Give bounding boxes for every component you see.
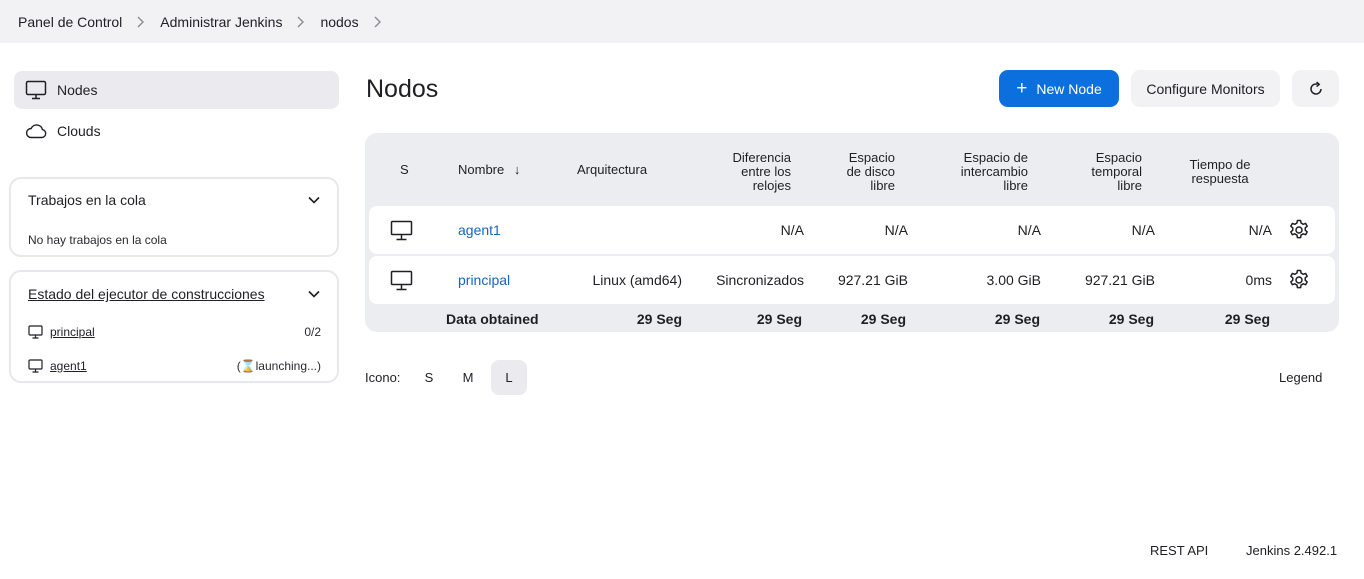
legend-link[interactable]: Legend (1279, 359, 1322, 395)
column-header-architecture[interactable]: Arquitectura (577, 163, 647, 177)
chevron-down-icon[interactable] (307, 193, 321, 207)
new-node-button[interactable]: + New Node (999, 70, 1119, 107)
cell-response-time: 0ms (1245, 272, 1272, 288)
cell-free-swap: N/A (1017, 222, 1041, 238)
executor-status-launching: (⌛launching...) (236, 359, 321, 373)
refresh-icon (1309, 80, 1322, 95)
breadcrumb-item-manage-jenkins[interactable]: Administrar Jenkins (160, 14, 282, 30)
header-line: entre los (741, 164, 791, 179)
column-header-free-disk[interactable]: Espacio de disco libre (847, 151, 895, 193)
header-line: respuesta (1191, 171, 1249, 186)
header-line: Espacio de (963, 150, 1028, 165)
gear-icon[interactable] (1288, 206, 1310, 254)
executor-row: agent1 (⌛launching...) (28, 357, 321, 375)
cell-free-disk: 927.21 GiB (837, 272, 908, 288)
header-line: libre (1117, 178, 1142, 193)
build-queue-empty-text: No hay trabajos en la cola (28, 233, 167, 247)
cell-clock-difference: Sincronizados (716, 272, 804, 288)
executor-status-card: Estado del ejecutor de construcciones pr… (9, 270, 339, 383)
cell-clock-difference: N/A (780, 222, 804, 238)
refresh-button[interactable] (1292, 70, 1339, 107)
executor-count: 0/2 (304, 325, 321, 339)
cell-free-swap: 3.00 GiB (986, 272, 1041, 288)
data-obtained-swap: 29 Seg (994, 311, 1040, 327)
data-obtained-clock: 29 Seg (756, 311, 802, 327)
node-link-principal[interactable]: principal (458, 256, 510, 304)
header-line: Espacio (848, 150, 895, 165)
cell-free-disk: N/A (884, 222, 908, 238)
column-header-name-label: Nombre (458, 162, 505, 177)
icon-size-m-button[interactable]: M (450, 360, 486, 395)
cell-clock (1073, 206, 1173, 254)
sidebar-item-clouds[interactable]: Clouds (14, 112, 339, 150)
header-line: Tiempo de (1189, 157, 1251, 172)
new-node-label: New Node (1036, 80, 1102, 97)
header-line: Espacio (1095, 150, 1142, 165)
cloud-icon (25, 120, 47, 142)
node-link-agent1[interactable]: agent1 (458, 206, 501, 254)
nodes-table: S Nombre ↓ Arquitectura Diferencia entre… (365, 133, 1339, 332)
computer-icon (28, 359, 43, 373)
cell-free-temp: 927.21 GiB (1084, 272, 1155, 288)
executor-status-title[interactable]: Estado del ejecutor de construcciones (28, 286, 265, 302)
breadcrumb: Panel de Control Administrar Jenkins nod… (0, 0, 1364, 43)
page-title: Nodos (366, 75, 439, 103)
header-line: intercambio (960, 164, 1028, 179)
breadcrumb-item-nodes[interactable]: nodos (320, 14, 358, 30)
executor-node-link[interactable]: principal (50, 325, 95, 339)
data-obtained-label: Data obtained (446, 311, 539, 327)
sidebar-item-nodes[interactable]: Nodes (14, 71, 339, 109)
table-row: principal Linux (amd64) Sincronizados 92… (369, 256, 1335, 304)
column-header-response-time[interactable]: Tiempo de respuesta (1182, 158, 1258, 186)
header-line: relojes (752, 178, 791, 193)
gear-icon[interactable] (1288, 256, 1310, 304)
table-row: agent1 N/A N/A N/A N/A N/A (369, 206, 1335, 254)
column-header-name[interactable]: Nombre ↓ (458, 163, 520, 177)
header-line: libre (1003, 178, 1028, 193)
column-header-free-temp[interactable]: Espacio temporal libre (1091, 151, 1142, 193)
computer-icon (25, 79, 47, 101)
jenkins-version-link[interactable]: Jenkins 2.492.1 (1246, 543, 1337, 558)
executor-node-link[interactable]: agent1 (50, 359, 87, 373)
column-header-status[interactable]: S (400, 163, 409, 177)
computer-icon (28, 325, 43, 339)
icon-size-l-button[interactable]: L (491, 360, 527, 395)
cell-response-time: N/A (1248, 222, 1272, 238)
chevron-right-icon (136, 16, 146, 28)
executor-row: principal 0/2 (28, 323, 321, 341)
header-line: de disco (846, 164, 895, 179)
build-queue-card: Trabajos en la cola No hay trabajos en l… (9, 177, 339, 257)
column-header-clock-difference[interactable]: Diferencia entre los relojes (732, 151, 791, 193)
chevron-right-icon (296, 16, 306, 28)
breadcrumb-item-dashboard[interactable]: Panel de Control (18, 14, 122, 30)
rest-api-link[interactable]: REST API (1150, 543, 1208, 558)
plus-icon: + (1016, 78, 1028, 99)
header-line: Diferencia (732, 150, 791, 165)
configure-monitors-button[interactable]: Configure Monitors (1131, 70, 1280, 107)
header-line: temporal (1091, 164, 1142, 179)
chevron-right-icon[interactable] (373, 16, 383, 28)
data-obtained-disk: 29 Seg (860, 311, 906, 327)
data-obtained-architecture: 29 Seg (636, 311, 682, 327)
data-obtained-temp: 29 Seg (1108, 311, 1154, 327)
computer-icon (390, 206, 413, 254)
header-line: libre (870, 178, 895, 193)
cell-free-temp: N/A (1131, 222, 1155, 238)
column-header-free-swap[interactable]: Espacio de intercambio libre (961, 151, 1028, 193)
chevron-down-icon[interactable] (307, 287, 321, 301)
computer-icon (390, 256, 413, 304)
build-queue-title: Trabajos en la cola (28, 192, 146, 208)
data-obtained-response: 29 Seg (1224, 311, 1270, 327)
sort-arrow-icon: ↓ (513, 162, 521, 177)
icon-size-s-button[interactable]: S (411, 360, 447, 395)
cell-architecture: Linux (amd64) (592, 272, 683, 288)
sidebar-item-label: Nodes (57, 82, 98, 98)
sidebar-item-label: Clouds (57, 123, 101, 139)
icon-size-label: Icono: (365, 369, 401, 385)
